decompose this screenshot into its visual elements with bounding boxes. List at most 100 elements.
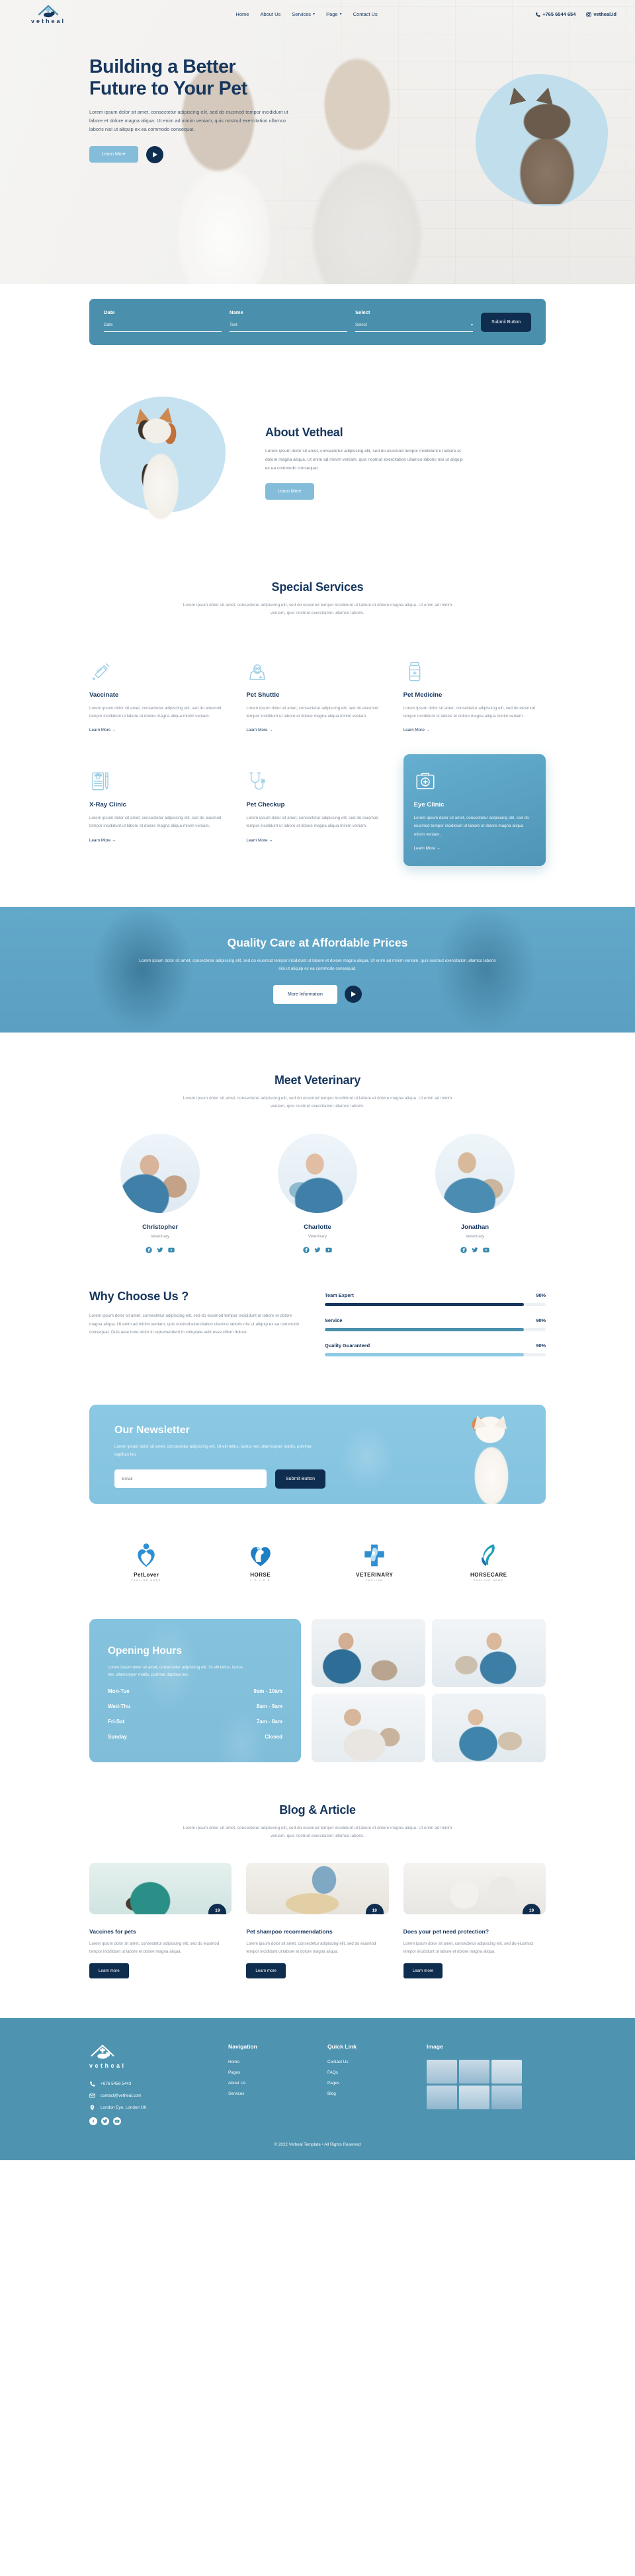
service-card-pet-medicine[interactable]: Pet Medicine Lorem ipsum dolor sit amet,… xyxy=(403,644,546,746)
service-card-eye-clinic[interactable]: Eye Clinic Lorem ipsum dolor sit amet, c… xyxy=(403,754,546,867)
blog-post-learn-more-button[interactable]: Learn more xyxy=(403,1963,443,1978)
footer-gallery-image[interactable] xyxy=(427,2059,457,2084)
footer-gallery-image[interactable] xyxy=(491,2085,522,2109)
nav-item-services[interactable]: Services ▾ xyxy=(292,11,315,17)
blog-post-vaccines-for-pets[interactable]: 19 Jan Vaccines for pets Lorem ipsum dol… xyxy=(89,1863,232,1978)
service-card-vaccinate[interactable]: Vaccinate Lorem ipsum dolor sit amet, co… xyxy=(89,644,232,746)
youtube-icon[interactable] xyxy=(168,1245,175,1253)
progress-track xyxy=(325,1327,546,1331)
team-member-socials xyxy=(89,1245,231,1253)
youtube-icon[interactable] xyxy=(113,2117,121,2125)
chevron-down-icon: ▾ xyxy=(339,13,342,17)
nav-phone[interactable]: +765 6544 654 xyxy=(535,11,575,17)
footer-gallery-image[interactable] xyxy=(491,2059,522,2084)
booking-date-placeholder: Date xyxy=(104,323,113,327)
hero-title-line-2: Future to Your Pet xyxy=(89,78,247,100)
nav-links: Home About Us Services ▾ Page ▾ Contact Us xyxy=(235,11,377,17)
nav-item-contact-us[interactable]: Contact Us xyxy=(353,11,378,17)
footer-image-grid xyxy=(427,2059,546,2109)
blog-post-learn-more-button[interactable]: Learn more xyxy=(246,1963,286,1978)
booking-section: Date Date Name Text Select Select ▾ Subm… xyxy=(0,284,635,345)
nav-item-about-us[interactable]: About Us xyxy=(260,11,280,17)
twitter-icon[interactable] xyxy=(472,1245,478,1253)
stethoscope-icon xyxy=(249,772,266,790)
blog-post-excerpt: Lorem ipsum dolor sit amet, consectetur … xyxy=(246,1941,376,1955)
footer-copyright: © 2022 Vetheal Template • All Rights Res… xyxy=(274,2142,361,2147)
quality-play-button[interactable] xyxy=(344,986,362,1003)
team-header: Meet Veterinary Lorem ipsum dolor sit am… xyxy=(89,1073,546,1111)
booking-name-input[interactable]: Text xyxy=(230,323,348,332)
service-learn-more-link[interactable]: Learn More → xyxy=(414,846,441,851)
footer-email[interactable]: contact@vetheal.com xyxy=(89,2093,208,2099)
newsletter-email-input[interactable] xyxy=(114,1469,267,1489)
service-description: Lorem ipsum dolor sit amet, consectetur … xyxy=(246,816,378,829)
youtube-icon[interactable] xyxy=(325,1245,332,1253)
about-learn-more-button[interactable]: Learn More xyxy=(265,483,314,500)
youtube-icon[interactable] xyxy=(483,1245,489,1253)
hero-learn-more-button[interactable]: Learn More xyxy=(89,146,138,163)
nav-item-page[interactable]: Page ▾ xyxy=(326,11,342,17)
nav-instagram[interactable]: vetheal.id xyxy=(586,11,616,17)
facebook-icon[interactable] xyxy=(460,1245,467,1253)
service-learn-more-link[interactable]: Learn More → xyxy=(403,728,430,732)
footer-gallery-image[interactable] xyxy=(459,2085,489,2109)
newsletter-submit-button[interactable]: Submit Button xyxy=(275,1469,325,1489)
hours-time: 8am - 9am xyxy=(256,1703,282,1709)
team-member-name: Jonathan xyxy=(460,1223,489,1231)
services-section: Special Services Lorem ipsum dolor sit a… xyxy=(89,529,546,867)
service-title: X-Ray Clinic xyxy=(89,801,126,809)
service-learn-more-link[interactable]: Learn More → xyxy=(89,728,116,732)
hero-play-button[interactable] xyxy=(146,145,163,163)
twitter-icon[interactable] xyxy=(314,1245,321,1253)
hero-cat-body xyxy=(501,95,593,204)
horsecare-logo-icon xyxy=(481,1543,495,1566)
team-title: Meet Veterinary xyxy=(274,1073,361,1087)
service-card-pet-shuttle[interactable]: Pet Shuttle Lorem ipsum dolor sit amet, … xyxy=(246,644,388,746)
footer-gallery-image[interactable] xyxy=(427,2085,457,2109)
footer-gallery-image[interactable] xyxy=(459,2059,489,2084)
clinic-photo xyxy=(312,1694,425,1762)
booking-submit-button[interactable]: Submit Button xyxy=(481,313,532,332)
blog-post-pet-shampoo-recommendations[interactable]: 19 Jan Pet shampoo recommendations Lorem… xyxy=(246,1863,389,1978)
footer-link-about-us[interactable]: About Us xyxy=(228,2081,308,2086)
facebook-icon[interactable] xyxy=(89,2117,97,2125)
twitter-icon[interactable] xyxy=(157,1245,163,1253)
team-member-photo xyxy=(435,1133,515,1213)
more-information-button[interactable]: More Information xyxy=(273,984,337,1004)
footer-link-home[interactable]: Home xyxy=(228,2060,308,2064)
nav-phone-label: +765 6544 654 xyxy=(542,11,576,17)
partner-petlover: PetLover TAGLINE HERE xyxy=(89,1540,204,1582)
quality-banner-title: Quality Care at Affordable Prices xyxy=(227,935,408,949)
service-card-pet-checkup[interactable]: Pet Checkup Lorem ipsum dolor sit amet, … xyxy=(246,754,388,866)
twitter-icon[interactable] xyxy=(101,2117,109,2125)
footer-link-services[interactable]: Services xyxy=(228,2091,308,2096)
footer-link-faqs[interactable]: FAQs xyxy=(327,2070,407,2075)
facebook-icon[interactable] xyxy=(146,1245,152,1253)
nav-item-home[interactable]: Home xyxy=(235,11,249,17)
service-card-x-ray-clinic[interactable]: X-Ray Clinic Lorem ipsum dolor sit amet,… xyxy=(89,754,232,866)
services-description: Lorem ipsum dolor sit amet, consectetur … xyxy=(183,603,452,616)
progress-fill xyxy=(325,1302,524,1306)
booking-date-input[interactable]: Date xyxy=(104,323,222,332)
blog-post-does-your-pet-need-protection[interactable]: 19 Jan Does your pet need protection? Lo… xyxy=(403,1863,546,1978)
team-member-role: Veterinary xyxy=(465,1233,485,1239)
booking-select-dropdown[interactable]: Select ▾ xyxy=(355,323,474,332)
quality-banner-description: Lorem ipsum dolor sit amet, consectetur … xyxy=(139,958,496,972)
footer-link-contact-us[interactable]: Contact Us xyxy=(327,2060,407,2064)
logo-wordmark: vetheal xyxy=(30,18,66,24)
service-learn-more-link[interactable]: Learn More → xyxy=(246,728,273,732)
footer-link-pages[interactable]: Pages xyxy=(327,2081,407,2086)
footer-link-blog[interactable]: Blog xyxy=(327,2091,407,2096)
service-learn-more-link[interactable]: Learn More → xyxy=(246,838,273,843)
vet-person-icon xyxy=(249,664,266,680)
service-learn-more-link[interactable]: Learn More → xyxy=(89,838,116,843)
footer-link-pages[interactable]: Pages xyxy=(228,2070,308,2075)
team-member-jonathan: Jonathan Veterinary xyxy=(404,1133,546,1253)
blog-post-learn-more-button[interactable]: Learn more xyxy=(89,1963,129,1978)
footer-phone[interactable]: +676 5456 5443 xyxy=(89,2081,208,2087)
hero-content: Building a Better Future to Your Pet Lor… xyxy=(0,24,370,163)
site-logo[interactable]: vetheal xyxy=(19,4,78,24)
facebook-icon[interactable] xyxy=(303,1245,310,1253)
service-icon-wrapper xyxy=(246,656,379,683)
newsletter-cat-image xyxy=(450,1409,530,1504)
